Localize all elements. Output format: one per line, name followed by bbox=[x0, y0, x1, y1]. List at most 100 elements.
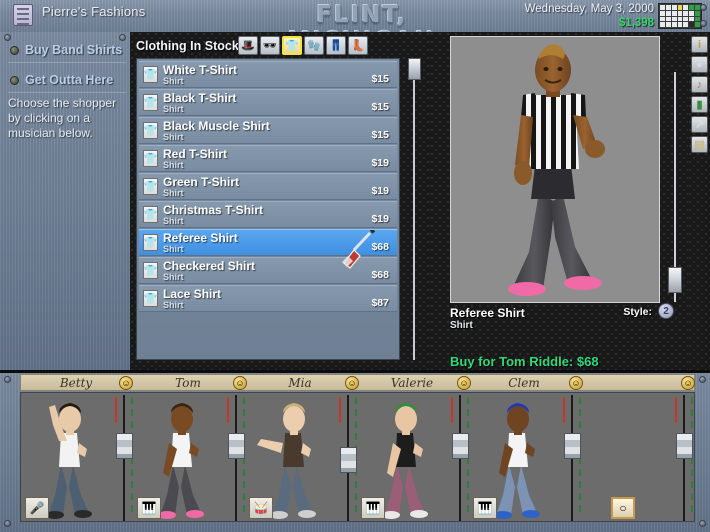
fader-knob[interactable] bbox=[228, 433, 245, 459]
screw-decoration bbox=[700, 4, 707, 11]
fader-knob[interactable] bbox=[676, 433, 693, 459]
character-preview[interactable] bbox=[450, 36, 660, 303]
band-member-slot[interactable]: 🥁 bbox=[245, 393, 357, 523]
tool-glyph: ▮ bbox=[696, 99, 703, 111]
band-member-volume-fader[interactable] bbox=[337, 395, 357, 521]
shirt-item-icon: 👕 bbox=[143, 206, 158, 223]
list-item-name: Lace Shirt bbox=[163, 286, 222, 301]
list-item[interactable]: 👕 Lace Shirt Shirt $87 bbox=[139, 285, 397, 312]
band-member-mood-icon[interactable]: ☺ bbox=[569, 376, 583, 390]
disc-tool-icon[interactable]: ● bbox=[691, 56, 708, 73]
accessory-category-icon[interactable]: 🕶 bbox=[260, 36, 280, 55]
shop-panel: Clothing In Stock: 🎩 🕶 👕 🧤 👖 👢 👕 White T-Shirt… bbox=[130, 32, 430, 370]
boots-category-icon[interactable]: 👢 bbox=[348, 36, 368, 55]
list-item-type: Shirt bbox=[163, 103, 184, 114]
tool-glyph: ● bbox=[696, 58, 703, 71]
calendar-icon[interactable] bbox=[658, 3, 702, 29]
sidebar-item-label: Buy Band Shirts bbox=[25, 43, 123, 57]
band-member-slot[interactable]: 🎹 bbox=[133, 393, 245, 523]
clothing-list[interactable]: 👕 White T-Shirt Shirt $15 👕 Black T-Shirt Shir… bbox=[136, 58, 400, 360]
guitar-tool-icon[interactable]: ♪ bbox=[691, 76, 708, 93]
style-label: Style: bbox=[623, 306, 652, 318]
clothing-list-scrollbar[interactable] bbox=[408, 58, 421, 360]
drums-icon[interactable]: 🥁 bbox=[249, 497, 273, 519]
keyboard-icon[interactable]: 🎹 bbox=[361, 497, 385, 519]
buy-button[interactable]: Buy for Tom Riddle: $68 bbox=[450, 354, 599, 369]
list-item-price: $15 bbox=[371, 129, 389, 141]
keyboard-icon[interactable]: 🎹 bbox=[137, 497, 161, 519]
band-member-volume-fader[interactable] bbox=[561, 395, 581, 521]
band-member-slot[interactable]: ○ bbox=[581, 393, 693, 523]
list-item[interactable]: 👕 Black T-Shirt Shirt $15 bbox=[139, 89, 397, 116]
fader-knob[interactable] bbox=[340, 447, 357, 473]
money-tool-icon[interactable]: ▤ bbox=[691, 136, 708, 153]
date-display: Wednesday, May 3, 2000 bbox=[524, 3, 654, 15]
pants-category-icon[interactable]: 👖 bbox=[326, 36, 346, 55]
list-item[interactable]: 👕 White T-Shirt Shirt $15 bbox=[139, 61, 397, 88]
list-item-price: $68 bbox=[371, 269, 389, 281]
style-slider[interactable] bbox=[668, 72, 682, 302]
list-item-type: Shirt bbox=[163, 131, 184, 142]
band-member-mood-icon[interactable]: ☺ bbox=[233, 376, 247, 390]
fader-knob[interactable] bbox=[452, 433, 469, 459]
list-item-name: Red T-Shirt bbox=[163, 146, 228, 161]
scrollbar-thumb[interactable] bbox=[408, 58, 421, 80]
band-member-mood-icon[interactable]: ☺ bbox=[119, 376, 133, 390]
list-item-name: Referee Shirt bbox=[163, 230, 238, 245]
money-display: $1,398 bbox=[618, 17, 654, 29]
list-item-name: Green T-Shirt bbox=[163, 174, 240, 189]
divider bbox=[8, 62, 126, 63]
list-item-price: $87 bbox=[371, 297, 389, 309]
band-member-nameplate[interactable]: Mia bbox=[251, 375, 349, 392]
band-panel: Betty☺Tom☺Mia☺Valerie☺Clem☺☺ 🎤🎹🥁🎹🎹🎹○ bbox=[0, 370, 710, 532]
shirt-category-icon[interactable]: 👕 bbox=[282, 36, 302, 55]
sidebar-item-get-outta-here[interactable]: Get Outta Here bbox=[10, 70, 128, 90]
hat-category-icon[interactable]: 🎩 bbox=[238, 36, 258, 55]
chart-tool-icon[interactable]: ↗ bbox=[691, 116, 708, 133]
keyboard-icon[interactable]: 🎹 bbox=[473, 497, 497, 519]
selected-item-name: Referee Shirt bbox=[450, 306, 525, 320]
band-member-nameplate[interactable]: Valerie bbox=[363, 375, 461, 392]
sidebar: Buy Band Shirts Get Outta Here Choose th… bbox=[0, 32, 130, 370]
band-member-slot[interactable]: 🎹 bbox=[357, 393, 469, 523]
character-model bbox=[508, 44, 605, 296]
category-glyph: 🕶 bbox=[263, 40, 277, 52]
band-member-nameplate[interactable]: Clem bbox=[475, 375, 573, 392]
band-member-mood-icon[interactable]: ☺ bbox=[681, 376, 695, 390]
band-member-volume-fader[interactable] bbox=[113, 395, 133, 521]
fader-peak-marker bbox=[339, 397, 341, 423]
style-value-badge[interactable]: 2 bbox=[658, 303, 674, 319]
info-tool-icon[interactable]: i bbox=[691, 36, 708, 53]
gloves-category-icon[interactable]: 🧤 bbox=[304, 36, 324, 55]
tool-glyph: i bbox=[697, 38, 702, 51]
fader-peak-marker bbox=[115, 397, 117, 423]
list-item[interactable]: 👕 Red T-Shirt Shirt $19 bbox=[139, 145, 397, 172]
band-member-mood-icon[interactable]: ☺ bbox=[345, 376, 359, 390]
list-item-price: $19 bbox=[371, 213, 389, 225]
list-item-type: Shirt bbox=[163, 299, 184, 310]
band-member-mood-icon[interactable]: ☺ bbox=[457, 376, 471, 390]
band-member-nameplate[interactable]: Betty bbox=[27, 375, 125, 392]
tool-glyph: ↗ bbox=[694, 119, 705, 131]
bottle-tool-icon[interactable]: ▮ bbox=[691, 96, 708, 113]
band-member-volume-fader[interactable] bbox=[225, 395, 245, 521]
band-member-nameplate[interactable]: Tom bbox=[139, 375, 237, 392]
band-member-slot[interactable]: 🎹🎹 bbox=[469, 393, 581, 523]
app-title: Pierre's Fashions bbox=[42, 4, 146, 19]
list-item[interactable]: 👕 Green T-Shirt Shirt $19 bbox=[139, 173, 397, 200]
slider-thumb[interactable] bbox=[668, 267, 682, 293]
sidebar-item-buy-band-shirts[interactable]: Buy Band Shirts bbox=[10, 40, 128, 60]
band-member-slot[interactable]: 🎤 bbox=[21, 393, 133, 523]
shirt-item-icon: 👕 bbox=[143, 234, 158, 251]
band-member-volume-fader[interactable] bbox=[673, 395, 693, 521]
fader-knob[interactable] bbox=[564, 433, 581, 459]
band-member-volume-fader[interactable] bbox=[449, 395, 469, 521]
fader-knob[interactable] bbox=[116, 433, 133, 459]
list-item-type: Shirt bbox=[163, 271, 184, 282]
tambourine-icon[interactable]: ○ bbox=[611, 497, 635, 519]
list-item[interactable]: 👕 Christmas T-Shirt Shirt $19 bbox=[139, 201, 397, 228]
mouse-cursor-guitar bbox=[342, 230, 376, 269]
list-item-name: Christmas T-Shirt bbox=[163, 202, 264, 217]
microphone-icon[interactable]: 🎤 bbox=[25, 497, 49, 519]
list-item[interactable]: 👕 Black Muscle Shirt Shirt $15 bbox=[139, 117, 397, 144]
